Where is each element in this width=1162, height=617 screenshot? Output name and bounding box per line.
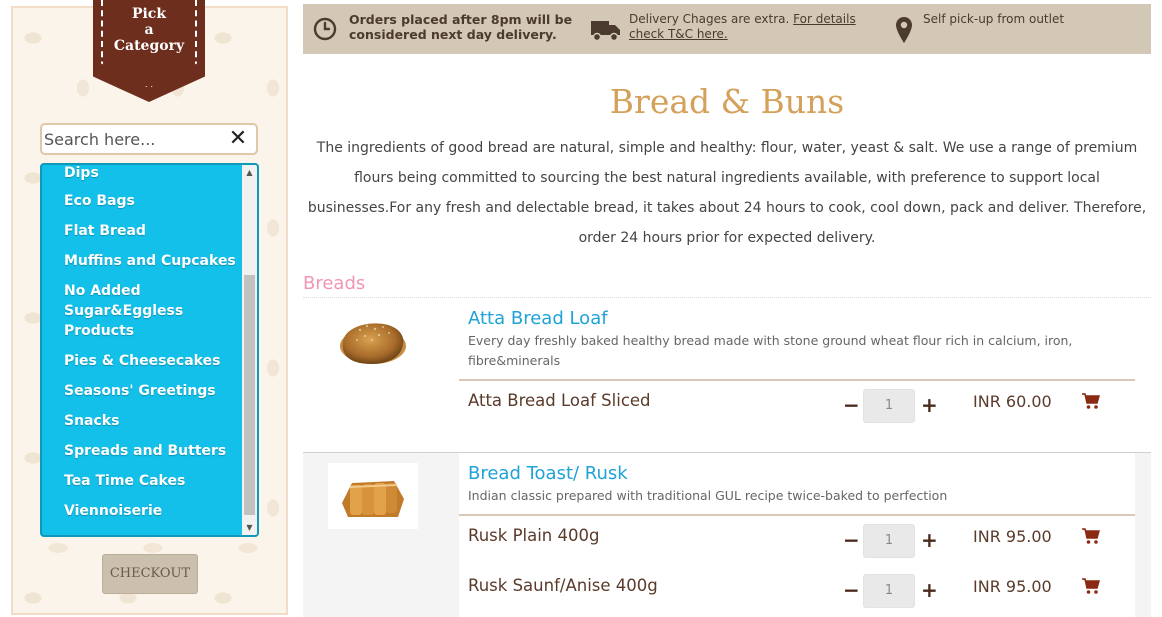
qty-increase-button[interactable]: + (921, 530, 938, 550)
category-sidebar: Pick a Category ✕ Dips Eco Bags Flat Bre… (11, 0, 288, 615)
category-item-muffins[interactable]: Muffins and Cupcakes (64, 251, 239, 271)
cart-icon[interactable] (1081, 392, 1101, 410)
cart-icon[interactable] (1081, 577, 1101, 595)
category-item-dips[interactable]: Dips (64, 165, 239, 183)
section-heading: Breads (303, 273, 366, 294)
category-item-viennoiserie[interactable]: Viennoiserie (64, 501, 239, 521)
variant-name: Atta Bread Loaf Sliced (468, 391, 651, 410)
quantity-input[interactable]: 1 (863, 524, 915, 558)
product-title[interactable]: Bread Toast/ Rusk (468, 463, 628, 484)
qty-decrease-button[interactable]: − (843, 530, 860, 550)
qty-increase-button[interactable]: + (921, 580, 938, 600)
checkout-button[interactable]: CHECKOUT (102, 554, 198, 594)
product-description: Every day freshly baked healthy bread ma… (468, 333, 1073, 368)
quantity-input[interactable]: 1 (863, 389, 915, 423)
map-pin-icon (896, 17, 912, 43)
variant-price: INR 95.00 (973, 527, 1052, 546)
category-item-no-added-sugar[interactable]: No Added Sugar&Eggless Products (64, 281, 239, 341)
scroll-up-arrow-icon[interactable]: ▲ (242, 165, 257, 180)
rusk-image (342, 481, 404, 517)
category-item-snacks[interactable]: Snacks (64, 411, 239, 431)
pickup-notice: Self pick-up from outlet (923, 12, 1065, 26)
category-item-pies[interactable]: Pies & Cheesecakes (64, 351, 239, 371)
product-card: Bread Toast/ Rusk Indian classic prepare… (303, 453, 1151, 617)
scrollbar-thumb[interactable] (244, 275, 255, 515)
rusk-image-frame (328, 463, 418, 529)
cart-icon[interactable] (1081, 527, 1101, 545)
variant-name: Rusk Plain 400g (468, 526, 600, 545)
category-list[interactable]: Dips Eco Bags Flat Bread Muffins and Cup… (40, 163, 259, 537)
variant-name: Rusk Saunf/Anise 400g (468, 576, 658, 595)
info-bar: Orders placed after 8pm will be consider… (303, 4, 1151, 54)
qty-decrease-button[interactable]: − (843, 580, 860, 600)
delivery-notice: Delivery Chages are extra. For details c… (629, 12, 869, 42)
ribbon-label: Pick a Category (113, 6, 185, 54)
order-time-notice: Orders placed after 8pm will be consider… (349, 12, 573, 42)
close-icon[interactable]: ✕ (226, 127, 250, 151)
quantity-input[interactable]: 1 (863, 574, 915, 608)
variant-price: INR 95.00 (973, 577, 1052, 596)
variant-divider (459, 379, 1135, 381)
search-input[interactable] (44, 126, 224, 152)
delivery-notice-text: Delivery Chages are extra. (629, 12, 794, 26)
product-card: Atta Bread Loaf Every day freshly baked … (303, 298, 1151, 452)
clock-icon (313, 17, 337, 41)
product-description: Indian classic prepared with traditional… (468, 488, 948, 503)
pick-category-ribbon: Pick a Category (93, 0, 205, 102)
category-item-tea-time-cakes[interactable]: Tea Time Cakes (64, 471, 239, 491)
category-item-seasons-greetings[interactable]: Seasons' Greetings (64, 381, 239, 401)
truck-icon (591, 21, 620, 42)
product-title[interactable]: Atta Bread Loaf (468, 308, 608, 329)
category-item-spreads[interactable]: Spreads and Butters (64, 441, 239, 461)
category-intro: The ingredients of good bread are natura… (307, 140, 1147, 246)
atta-bread-image (340, 323, 406, 364)
variant-divider (459, 514, 1135, 516)
page-title: Bread & Buns (609, 82, 845, 121)
scroll-down-arrow-icon[interactable]: ▼ (242, 520, 257, 535)
variant-price: INR 60.00 (973, 392, 1052, 411)
category-item-flat-bread[interactable]: Flat Bread (64, 221, 239, 241)
qty-decrease-button[interactable]: − (843, 395, 860, 415)
qty-increase-button[interactable]: + (921, 395, 938, 415)
category-scrollbar[interactable]: ▲ ▼ (242, 165, 257, 535)
category-item-eco-bags[interactable]: Eco Bags (64, 191, 239, 211)
search-box: ✕ (40, 123, 258, 155)
tc-link-continued[interactable]: check T&C here. (629, 27, 728, 41)
tc-link[interactable]: For details (793, 12, 856, 26)
